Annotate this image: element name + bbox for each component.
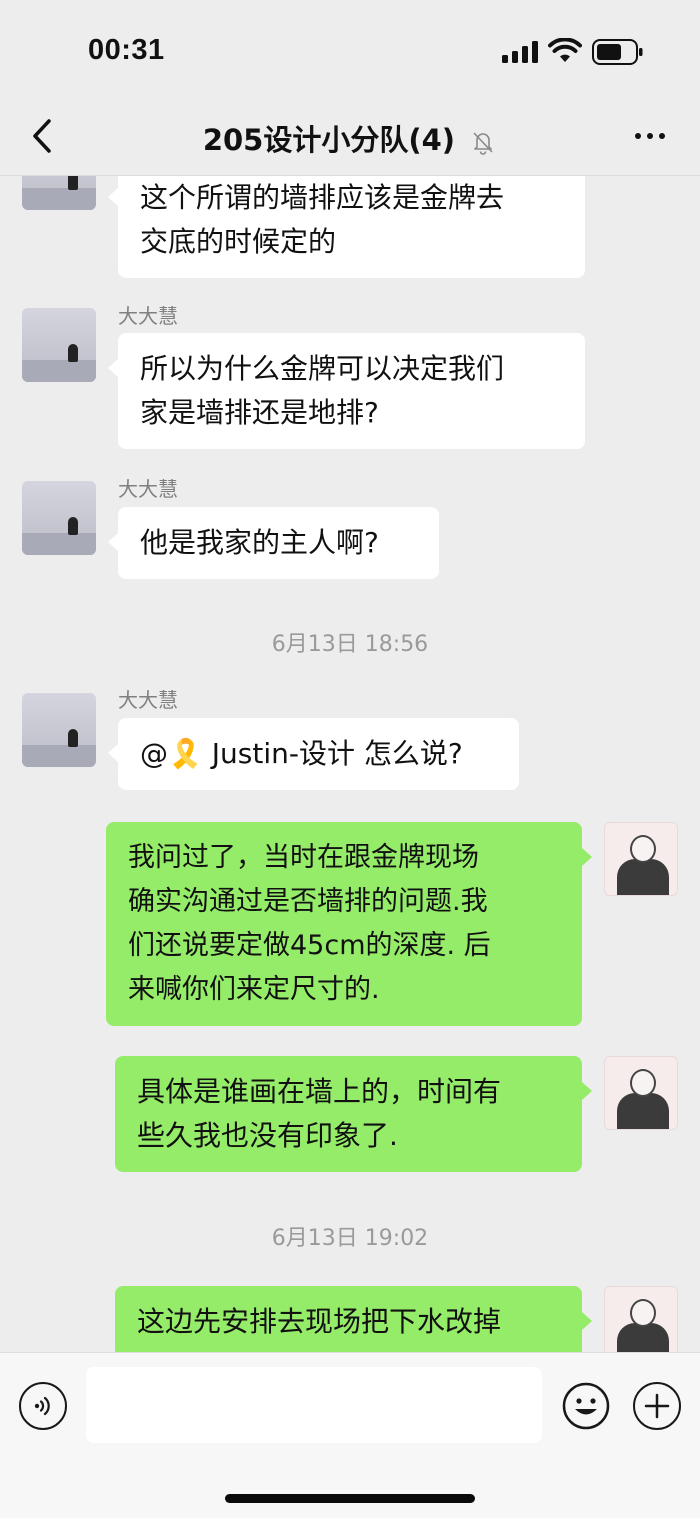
- message-bubble[interactable]: @🎗️ Justin-设计 怎么说?: [108, 718, 519, 790]
- avatar-self[interactable]: [604, 1286, 678, 1352]
- message-timestamp: 6月13日 19:02: [271, 1226, 429, 1251]
- more-dots-icon: [635, 133, 641, 139]
- avatar[interactable]: [22, 176, 96, 210]
- cellular-signal-icon: [502, 41, 538, 63]
- battery-icon: [592, 39, 643, 65]
- nav-bar: 205设计小分队(4): [0, 100, 700, 176]
- member-count: (4): [408, 123, 456, 157]
- avatar-self[interactable]: [604, 822, 678, 896]
- status-time: 00:31: [88, 34, 165, 66]
- avatar[interactable]: [22, 481, 96, 555]
- message-line: @🎗️ Justin-设计 怎么说?: [140, 737, 463, 770]
- message-line: 具体是谁画在墙上的，时间有: [137, 1075, 502, 1108]
- avatar-self[interactable]: [604, 1056, 678, 1130]
- avatar[interactable]: [22, 693, 96, 767]
- voice-button[interactable]: [19, 1382, 67, 1430]
- chat-message-list[interactable]: 这个所谓的墙排应该是金牌去 交底的时候定的 大大慧 所以为什么金牌可以决定我们 …: [0, 176, 700, 1352]
- more-button[interactable]: [630, 122, 670, 150]
- message-timestamp: 6月13日 18:56: [271, 632, 429, 657]
- message-line: 交底的时候定的: [140, 225, 337, 258]
- message-line: 这个所谓的墙排应该是金牌去: [140, 181, 505, 214]
- sender-name: 大大慧: [118, 304, 178, 328]
- message-line: 确实沟通过是否墙排的问题.我: [128, 886, 488, 917]
- voice-icon: [34, 1396, 50, 1416]
- message-bubble-self[interactable]: 我问过了，当时在跟金牌现场 确实沟通过是否墙排的问题.我 们还说要定做45cm的…: [106, 822, 592, 1026]
- emoji-smile-icon: [562, 1382, 610, 1430]
- message-line: 家是墙排还是地排?: [140, 396, 379, 429]
- message-bubble[interactable]: 这个所谓的墙排应该是金牌去 交底的时候定的: [108, 176, 585, 278]
- message-line: 些久我也没有印象了.: [137, 1119, 398, 1152]
- message-bubble-self[interactable]: 具体是谁画在墙上的，时间有 些久我也没有印象了.: [115, 1056, 592, 1172]
- home-indicator[interactable]: [225, 1494, 475, 1503]
- plus-button[interactable]: [633, 1382, 681, 1430]
- message-bubble[interactable]: 他是我家的主人啊?: [108, 507, 439, 579]
- message-line: 他是我家的主人啊?: [140, 526, 379, 559]
- message-input[interactable]: [86, 1367, 542, 1443]
- message-line: 这边先安排去现场把下水改掉: [137, 1305, 502, 1338]
- message-bubble-self[interactable]: 这边先安排去现场把下水改掉: [115, 1286, 592, 1352]
- wifi-icon: [548, 38, 582, 62]
- sender-name: 大大慧: [118, 477, 178, 501]
- message-bubble[interactable]: 所以为什么金牌可以决定我们 家是墙排还是地排?: [108, 333, 585, 449]
- sender-name: 大大慧: [118, 688, 178, 712]
- message-line: 我问过了，当时在跟金牌现场: [128, 842, 479, 873]
- plus-circle-icon: [644, 1393, 670, 1419]
- message-line: 所以为什么金牌可以决定我们: [140, 352, 505, 385]
- chat-title: 205设计小分队(4): [0, 117, 700, 159]
- group-name: 205设计小分队: [202, 123, 409, 157]
- message-line: 们还说要定做45cm的深度. 后: [128, 930, 491, 961]
- message-line: 来喊你们来定尺寸的.: [128, 974, 380, 1005]
- status-bar: 00:31: [0, 0, 700, 100]
- emoji-button[interactable]: [562, 1382, 610, 1430]
- avatar[interactable]: [22, 308, 96, 382]
- bell-slash-icon: [473, 132, 493, 155]
